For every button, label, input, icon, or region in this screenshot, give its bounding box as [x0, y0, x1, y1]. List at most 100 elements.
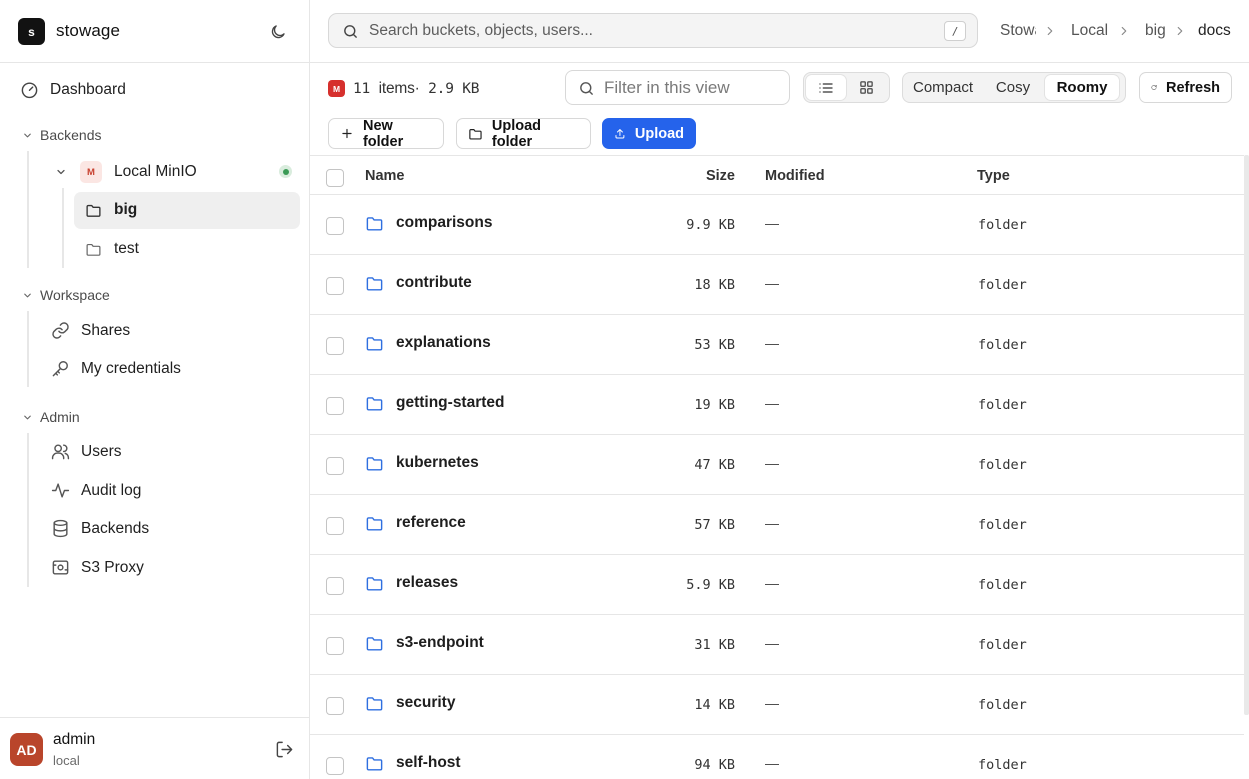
row-checkbox[interactable] [326, 637, 344, 655]
row-name[interactable]: explanations [396, 334, 491, 352]
folder-icon-wrap [365, 274, 384, 298]
user-name: admin [53, 731, 96, 748]
scrollbar[interactable] [1244, 155, 1249, 715]
backend-name: Local MinIO [114, 163, 197, 180]
upload-folder-button[interactable]: Upload folder [456, 117, 591, 150]
row-name[interactable]: getting-started [396, 394, 505, 412]
column-name[interactable]: Name [365, 168, 405, 184]
search-icon [344, 25, 357, 38]
row-name[interactable]: reference [396, 514, 466, 532]
breadcrumb-item[interactable]: big [1145, 22, 1165, 40]
table-row[interactable]: getting-started 19 KB — folder [310, 375, 1244, 435]
global-search[interactable]: / [328, 13, 978, 48]
nav-users[interactable]: Users [51, 442, 121, 461]
activity-icon [51, 483, 70, 498]
section-backends-label: Backends [40, 127, 102, 143]
logout-button[interactable] [275, 740, 295, 760]
row-name[interactable]: s3-endpoint [396, 634, 484, 652]
upload-button[interactable]: Upload [602, 118, 696, 149]
row-type: folder [978, 217, 1027, 233]
filter-input[interactable] [604, 76, 784, 100]
bucket-big[interactable]: big [85, 201, 137, 219]
density-roomy[interactable]: Roomy [1045, 75, 1119, 100]
section-workspace[interactable]: Workspace [22, 287, 110, 303]
table-row[interactable]: releases 5.9 KB — folder [310, 555, 1244, 615]
section-workspace-label: Workspace [40, 287, 110, 303]
row-checkbox[interactable] [326, 517, 344, 535]
column-size[interactable]: Size [706, 168, 735, 184]
row-checkbox[interactable] [326, 217, 344, 235]
upload-folder-label: Upload folder [491, 117, 542, 150]
folder-icon-wrap [365, 334, 384, 358]
row-type: folder [978, 337, 1027, 353]
folder-icon [366, 337, 383, 351]
table-row[interactable]: contribute 18 KB — folder [310, 255, 1244, 315]
avatar[interactable]: AD [10, 733, 43, 766]
row-name[interactable]: self-host [396, 754, 461, 772]
theme-toggle-button[interactable] [266, 20, 290, 44]
row-checkbox[interactable] [326, 277, 344, 295]
folder-icon [469, 128, 482, 140]
search-input[interactable] [369, 19, 929, 43]
filter-box[interactable] [565, 70, 790, 105]
proxy-icon [52, 560, 69, 575]
row-checkbox[interactable] [326, 577, 344, 595]
breadcrumb-item[interactable]: Local MinIO [1071, 22, 1109, 40]
nav-my-credentials[interactable]: My credentials [51, 359, 181, 378]
section-backends[interactable]: Backends [22, 127, 101, 143]
folder-icon-wrap [365, 214, 384, 238]
backend-local-minio[interactable]: M Local MinIO [55, 161, 197, 183]
row-checkbox[interactable] [326, 337, 344, 355]
table-row[interactable]: self-host 94 KB — folder [310, 735, 1244, 779]
row-checkbox[interactable] [326, 757, 344, 775]
row-checkbox[interactable] [326, 697, 344, 715]
row-name[interactable]: contribute [396, 274, 472, 292]
row-name[interactable]: security [396, 694, 455, 712]
search-shortcut-hint: / [944, 21, 966, 41]
nav-s3-proxy[interactable]: S3 Proxy [51, 558, 144, 577]
row-type: folder [978, 577, 1027, 593]
nav-backends[interactable]: Backends [51, 519, 149, 538]
folder-icon-wrap [365, 514, 384, 538]
table-row[interactable]: comparisons 9.9 KB — folder [310, 195, 1244, 255]
nav-audit-log[interactable]: Audit log [51, 481, 141, 500]
upload-icon [615, 129, 625, 139]
column-modified[interactable]: Modified [765, 168, 825, 184]
row-name[interactable]: kubernetes [396, 454, 479, 472]
table-row[interactable]: s3-endpoint 31 KB — folder [310, 615, 1244, 675]
row-modified: — [765, 395, 779, 411]
table-row[interactable]: security 14 KB — folder [310, 675, 1244, 735]
row-size: 18 KB [694, 277, 735, 293]
list-view-button[interactable] [806, 75, 846, 100]
folder-icon-wrap [365, 574, 384, 598]
nav-dashboard[interactable]: Dashboard [20, 80, 126, 99]
table-row[interactable]: explanations 53 KB — folder [310, 315, 1244, 375]
grid-view-button[interactable] [846, 75, 886, 100]
row-name[interactable]: comparisons [396, 214, 492, 232]
new-folder-button[interactable]: New folder [328, 118, 444, 150]
view-mode-toggle [803, 72, 890, 103]
select-all-checkbox[interactable] [326, 169, 344, 187]
upload-label: Upload [634, 125, 684, 142]
density-cosy[interactable]: Cosy [981, 75, 1045, 100]
key-icon [52, 361, 68, 377]
tree-guide [62, 188, 64, 268]
row-checkbox[interactable] [326, 397, 344, 415]
item-summary: 11 items· 2.9 KB [353, 80, 480, 97]
folder-icon-wrap [365, 454, 384, 478]
nav-shares-label: Shares [81, 321, 131, 339]
breadcrumb-item[interactable]: Stowage [1000, 22, 1036, 40]
toolbar: M 11 items· 2.9 KB Compact Cosy Roomy Re… [310, 63, 1249, 155]
density-compact[interactable]: Compact [905, 75, 981, 100]
table-row[interactable]: kubernetes 47 KB — folder [310, 435, 1244, 495]
row-name[interactable]: releases [396, 574, 458, 592]
row-checkbox[interactable] [326, 457, 344, 475]
section-admin[interactable]: Admin [22, 409, 80, 425]
section-admin-label: Admin [40, 409, 80, 425]
refresh-button[interactable]: Refresh [1139, 72, 1232, 103]
table-row[interactable]: reference 57 KB — folder [310, 495, 1244, 555]
nav-shares[interactable]: Shares [51, 321, 130, 340]
folder-icon [86, 243, 101, 256]
bucket-test[interactable]: test [85, 240, 139, 258]
column-type[interactable]: Type [977, 168, 1010, 184]
